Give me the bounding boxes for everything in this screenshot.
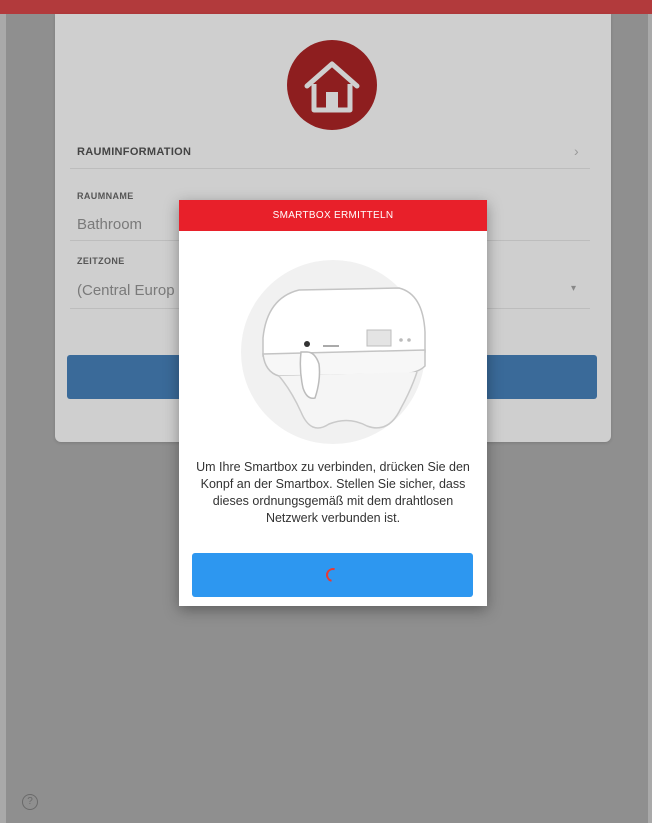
room-name-label: RAUMNAME	[77, 191, 134, 201]
left-edge	[0, 14, 6, 823]
connect-button[interactable]	[192, 553, 473, 597]
spinner-icon	[323, 565, 343, 585]
right-edge	[648, 14, 652, 823]
help-icon[interactable]: ?	[22, 794, 38, 810]
dropdown-arrow-icon[interactable]: ▾	[571, 283, 576, 294]
smartbox-illustration	[241, 260, 426, 444]
timezone-label: ZEITZONE	[77, 256, 125, 266]
dialog-message: Um Ihre Smartbox zu verbinden, drücken S…	[196, 460, 470, 525]
top-bar	[0, 0, 652, 14]
house-icon	[287, 40, 377, 130]
room-name-field[interactable]: Bathroom	[77, 216, 142, 233]
find-smartbox-dialog: SMARTBOX ERMITTELN Um Ihre Smartbox zu v…	[179, 200, 487, 606]
dialog-title: SMARTBOX ERMITTELN	[179, 200, 487, 231]
timezone-select[interactable]: (Central Europ	[77, 282, 175, 299]
divider	[70, 168, 590, 169]
house-icon-graphic	[304, 61, 360, 113]
chevron-right-icon[interactable]: ›	[574, 143, 579, 159]
section-title: RAUMINFORMATION	[77, 146, 192, 158]
